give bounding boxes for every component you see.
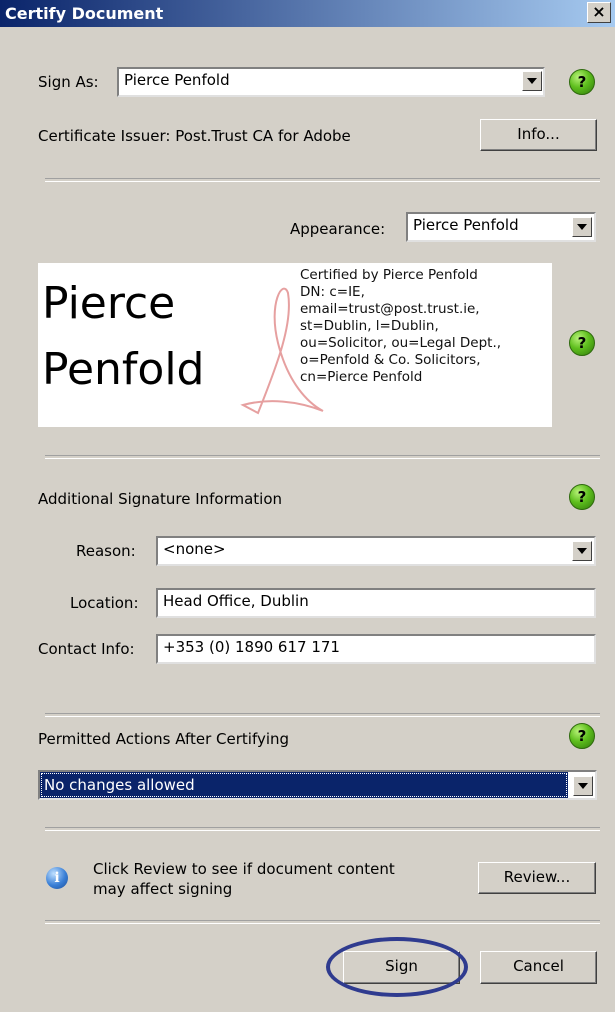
permitted-actions-dropdown[interactable]: No changes allowed	[38, 770, 597, 800]
contact-info-value: +353 (0) 1890 617 171	[163, 638, 340, 656]
location-label: Location:	[70, 594, 139, 612]
additional-info-heading: Additional Signature Information	[38, 490, 283, 508]
review-text-line1: Click Review to see if document content	[93, 860, 395, 878]
sign-as-dropdown[interactable]: Pierce Penfold	[117, 67, 545, 97]
location-field[interactable]: Head Office, Dublin	[156, 588, 596, 618]
permitted-actions-help-icon[interactable]: ?	[569, 723, 595, 749]
signature-name-line1: Pierce	[42, 278, 176, 329]
appearance-value: Pierce Penfold	[413, 216, 519, 234]
signature-detail-line: o=Penfold & Co. Solicitors,	[300, 352, 481, 368]
signature-details: Certified by Pierce Penfold DN: c=IE, em…	[300, 267, 501, 386]
location-value: Head Office, Dublin	[163, 592, 309, 610]
reason-label: Reason:	[76, 542, 136, 560]
signature-detail-line: email=trust@post.trust.ie,	[300, 301, 480, 317]
permitted-actions-chevron-down-icon[interactable]	[573, 776, 593, 796]
info-button[interactable]: Info...	[480, 119, 597, 151]
appearance-chevron-down-icon[interactable]	[572, 217, 592, 237]
signature-detail-line: Certified by Pierce Penfold	[300, 267, 478, 283]
sign-as-value: Pierce Penfold	[124, 71, 230, 89]
close-button[interactable]: ×	[587, 2, 611, 23]
cancel-button[interactable]: Cancel	[480, 951, 597, 984]
signature-detail-line: ou=Solicitor, ou=Legal Dept.,	[300, 335, 502, 351]
sign-as-label: Sign As:	[38, 73, 99, 91]
appearance-label: Appearance:	[290, 220, 386, 238]
separator	[45, 713, 600, 717]
signature-name-line2: Penfold	[42, 344, 205, 395]
title-bar: Certify Document ×	[0, 0, 615, 27]
sign-as-chevron-down-icon[interactable]	[522, 71, 542, 91]
signature-preview: Pierce Penfold Certified by Pierce Penfo…	[38, 263, 552, 427]
certify-document-dialog: Certify Document × Sign As: Pierce Penfo…	[0, 0, 615, 1012]
permitted-actions-value: No changes allowed	[40, 772, 568, 798]
signature-detail-line: st=Dublin, l=Dublin,	[300, 318, 439, 334]
review-button[interactable]: Review...	[478, 862, 596, 894]
review-text-line2: may affect signing	[93, 880, 233, 898]
annotation-oval	[326, 937, 468, 997]
separator	[45, 455, 600, 459]
signature-detail-line: DN: c=IE,	[300, 284, 365, 300]
certificate-issuer-text: Certificate Issuer: Post.Trust CA for Ad…	[38, 127, 351, 145]
signature-detail-line: cn=Pierce Penfold	[300, 369, 423, 385]
window-title: Certify Document	[5, 4, 164, 23]
appearance-help-icon[interactable]: ?	[569, 330, 595, 356]
info-icon: i	[46, 867, 68, 889]
permitted-actions-heading: Permitted Actions After Certifying	[38, 730, 290, 748]
separator	[45, 827, 600, 831]
separator	[45, 178, 600, 182]
additional-info-help-icon[interactable]: ?	[569, 484, 595, 510]
appearance-dropdown[interactable]: Pierce Penfold	[406, 212, 596, 242]
contact-info-field[interactable]: +353 (0) 1890 617 171	[156, 634, 596, 664]
separator	[45, 920, 600, 924]
reason-dropdown[interactable]: <none>	[156, 536, 596, 566]
sign-as-help-icon[interactable]: ?	[569, 69, 595, 95]
contact-info-label: Contact Info:	[38, 640, 135, 658]
reason-chevron-down-icon[interactable]	[572, 541, 592, 561]
reason-value: <none>	[163, 540, 226, 558]
